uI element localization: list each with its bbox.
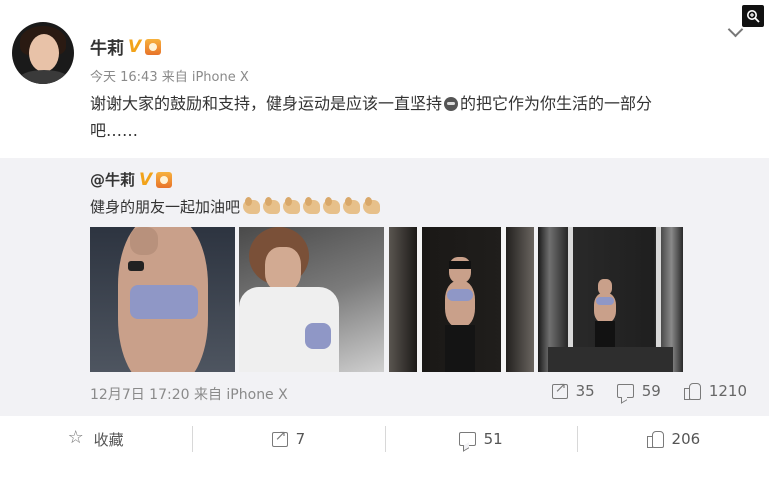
thumbs-up-icon bbox=[646, 430, 664, 448]
face-emoji-icon bbox=[444, 97, 459, 111]
flexed-biceps-icon bbox=[343, 196, 361, 214]
flexed-biceps-icon bbox=[263, 196, 281, 214]
post-text-part2: 的把它作为你生活的一部分 bbox=[460, 94, 653, 113]
medal-icon bbox=[145, 38, 162, 55]
share-icon bbox=[551, 380, 568, 399]
flexed-biceps-icon bbox=[363, 196, 381, 214]
comment-icon bbox=[458, 432, 476, 446]
repost-share-count: 35 bbox=[575, 382, 595, 400]
post-text: 谢谢大家的鼓励和支持，健身运动是应该一直坚持 的把它作为你生活的一部分 吧…… bbox=[90, 90, 750, 144]
comment-icon bbox=[616, 384, 634, 398]
like-button[interactable]: 206 bbox=[576, 416, 769, 462]
share-count: 7 bbox=[295, 430, 306, 448]
repost-meta: 12月7日 17:20 来自 iPhone X bbox=[90, 387, 288, 403]
verified-icon: V bbox=[128, 36, 142, 57]
share-icon bbox=[271, 428, 288, 447]
zoom-icon[interactable] bbox=[742, 5, 764, 27]
repost-like-button[interactable]: 1210 bbox=[683, 382, 747, 400]
post-meta: 今天 16:43 来自 iPhone X bbox=[90, 70, 249, 85]
comment-count: 51 bbox=[483, 430, 503, 448]
repost-like-count: 1210 bbox=[708, 382, 747, 400]
thumbs-up-icon bbox=[683, 382, 701, 400]
flexed-biceps-icon bbox=[243, 196, 261, 214]
verified-icon: V bbox=[139, 169, 153, 190]
star-icon bbox=[68, 427, 86, 448]
repost-share-button[interactable]: 35 bbox=[551, 380, 595, 400]
chevron-down-icon[interactable] bbox=[727, 21, 744, 38]
repost-comment-count: 59 bbox=[641, 382, 661, 400]
repost-actions: 35 59 1210 bbox=[551, 380, 747, 400]
photo-thumbnail-1[interactable] bbox=[90, 227, 235, 372]
like-count: 206 bbox=[671, 430, 701, 448]
repost-comment-button[interactable]: 59 bbox=[616, 382, 661, 400]
repost-author[interactable]: @牛莉 V bbox=[90, 169, 173, 190]
photo-thumbnail-3[interactable] bbox=[389, 227, 534, 372]
post-text-part3: 吧…… bbox=[90, 121, 139, 140]
medal-icon bbox=[156, 171, 173, 188]
repost-text-content: 健身的朋友一起加油吧 bbox=[90, 198, 241, 216]
author-name-text[interactable]: 牛莉 bbox=[90, 34, 124, 59]
flexed-biceps-icon bbox=[323, 196, 341, 214]
repost-text: 健身的朋友一起加油吧 bbox=[90, 196, 381, 217]
photo-thumbnail-4[interactable] bbox=[538, 227, 683, 372]
flexed-biceps-icon bbox=[283, 196, 301, 214]
favorite-label: 收藏 bbox=[93, 430, 124, 449]
share-button[interactable]: 7 bbox=[192, 416, 384, 462]
repost-author-text[interactable]: @牛莉 bbox=[90, 169, 135, 190]
action-bar: 收藏 7 51 206 bbox=[0, 416, 769, 462]
avatar[interactable] bbox=[12, 22, 74, 84]
favorite-button[interactable]: 收藏 bbox=[0, 416, 192, 462]
photo-thumbnail-2[interactable] bbox=[239, 227, 384, 372]
post-text-part1: 谢谢大家的鼓励和支持，健身运动是应该一直坚持 bbox=[90, 94, 443, 113]
comment-button[interactable]: 51 bbox=[384, 416, 577, 462]
flexed-biceps-icon bbox=[303, 196, 321, 214]
author-name[interactable]: 牛莉 V bbox=[90, 34, 162, 59]
repost-card: @牛莉 V 健身的朋友一起加油吧 12月7日 17:20 来自 iPhone X… bbox=[0, 158, 769, 416]
